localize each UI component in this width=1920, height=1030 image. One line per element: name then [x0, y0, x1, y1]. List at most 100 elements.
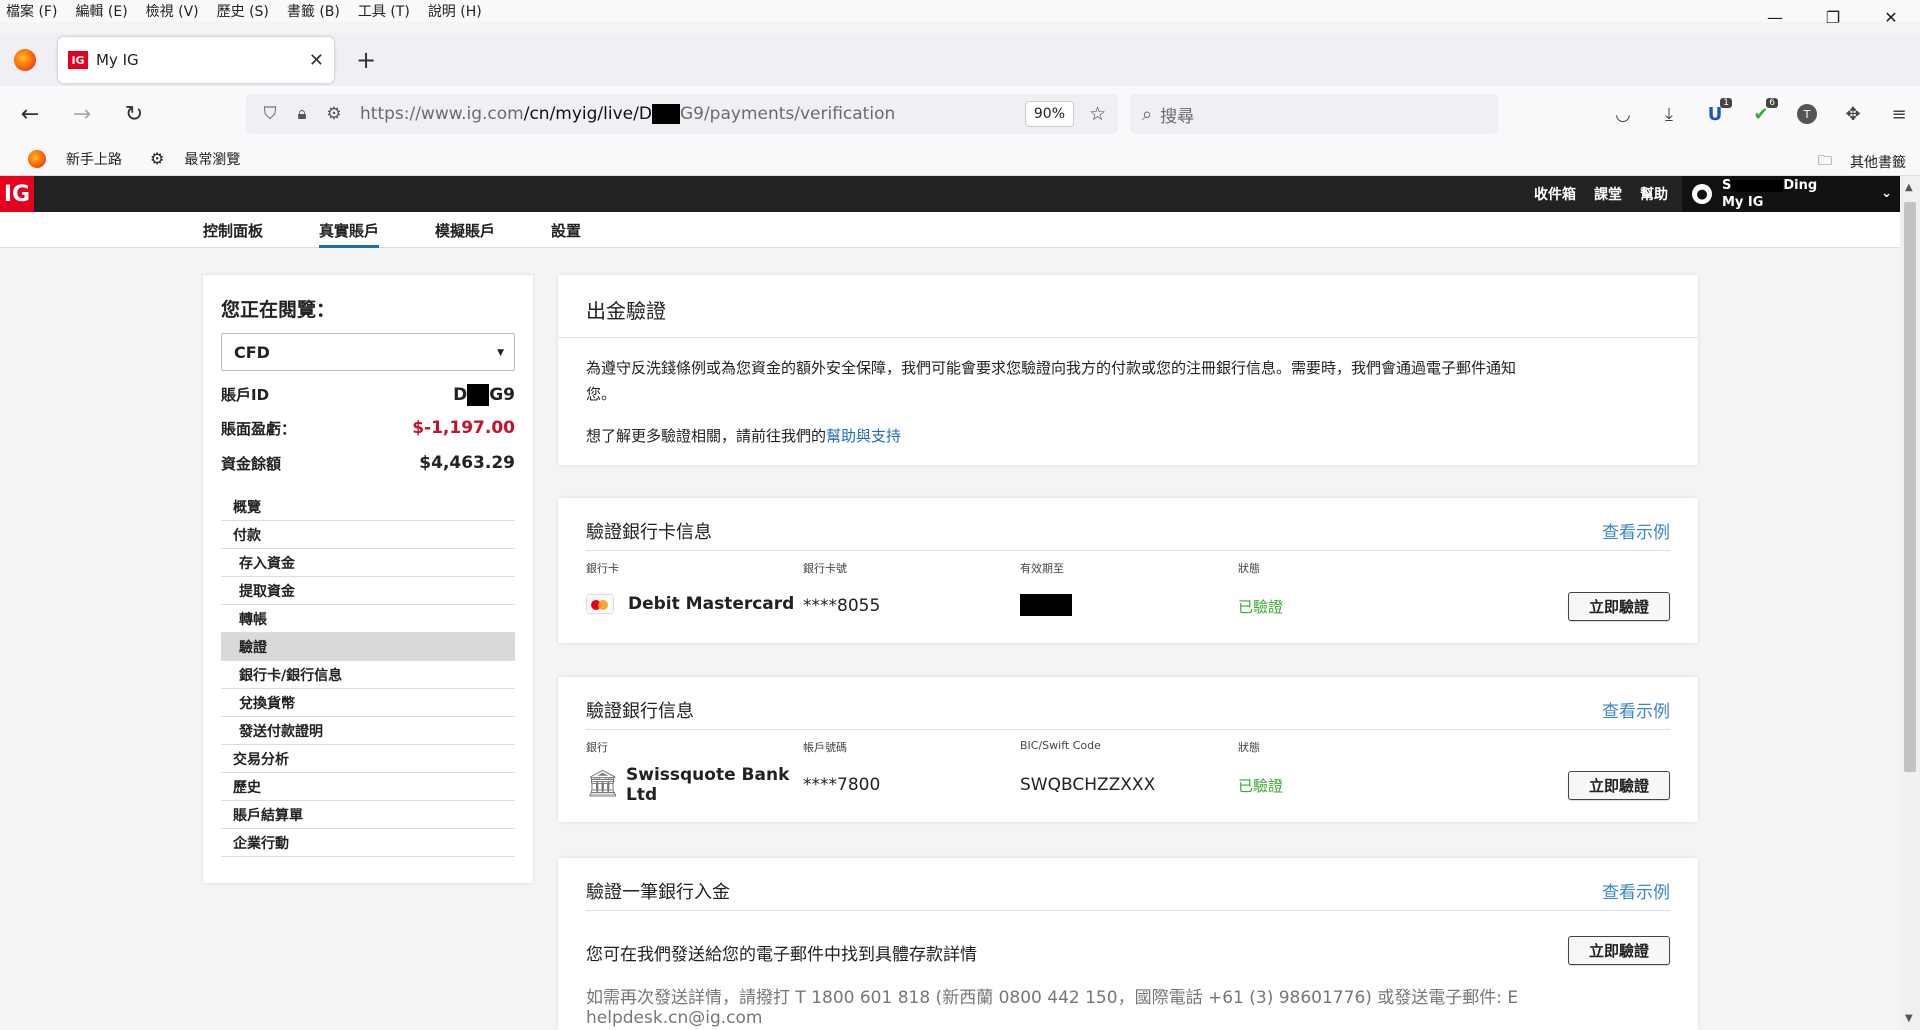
deposit-help-text: 如需再次發送詳情，請撥打 T 1800 601 818 (新西蘭 0800 44… — [586, 988, 1586, 1028]
account-id-end: G9 — [489, 385, 515, 405]
scroll-thumb[interactable] — [1904, 202, 1916, 772]
select-value: CFD — [234, 342, 270, 362]
sidebar-item-payments[interactable]: 付款 — [221, 521, 515, 549]
account-sidebar: 您正在閱覽： CFD ▼ 賬戶ID D G9 賬面盈虧： $-1,197.00 資… — [203, 275, 533, 883]
download-icon[interactable]: ⤓ — [1646, 98, 1692, 130]
view-example-link[interactable]: 查看示例 — [1602, 697, 1670, 722]
mastercard-icon — [586, 594, 614, 614]
verify-now-button[interactable]: 立即驗證 — [1568, 936, 1670, 965]
folder-icon: 🗀 — [1818, 153, 1832, 169]
intro-line-2: 您。 — [586, 385, 617, 403]
profile-avatar[interactable]: T — [1784, 98, 1830, 130]
verify-now-button[interactable]: 立即驗證 — [1568, 592, 1670, 621]
minimize-button[interactable]: — — [1746, 0, 1804, 34]
verify-now-button[interactable]: 立即驗證 — [1568, 771, 1670, 800]
bookmark-getting-started[interactable]: 新手上路 — [14, 149, 122, 169]
zoom-level[interactable]: 90% — [1024, 101, 1074, 127]
verify-deposit-section: 驗證一筆銀行入金 查看示例 您可在我們發送給您的電子郵件中找到具體存款詳情 立即… — [558, 858, 1698, 1030]
pocket-icon[interactable]: ◡ — [1600, 98, 1646, 130]
account-name-start: S — [1722, 178, 1732, 193]
sidebar-item-withdraw[interactable]: 提取資金 — [221, 577, 515, 605]
status-badge: 已驗證 — [1238, 598, 1284, 616]
window-controls: — ❐ ✕ — [1746, 0, 1920, 34]
tab-demo-account[interactable]: 模擬賬戶 — [435, 212, 495, 248]
menu-tools[interactable]: 工具 (T) — [358, 1, 410, 21]
bookmark-most-visited[interactable]: ⚙ 最常瀏覽 — [136, 149, 240, 169]
other-bookmarks[interactable]: 🗀 其他書籤 — [1804, 150, 1906, 174]
header-link-academy[interactable]: 課堂 — [1594, 184, 1622, 204]
verify-card-section: 驗證銀行卡信息 查看示例 銀行卡 銀行卡號 有效期至 狀態 Debit Mast… — [558, 498, 1698, 643]
extension-u-icon[interactable]: U1 — [1692, 98, 1738, 130]
reload-button[interactable]: ↻ — [112, 94, 156, 134]
badge-count: 6 — [1766, 98, 1778, 108]
account-menu[interactable]: ● S Ding My IG ⌄ — [1682, 176, 1900, 212]
tab-live-account[interactable]: 真實賬戶 — [319, 212, 380, 248]
col-header-bank: 銀行 — [586, 741, 608, 754]
redacted-block — [467, 384, 490, 406]
search-bar[interactable]: ⌕ 搜尋 — [1130, 94, 1498, 134]
card-name: Debit Mastercard — [628, 594, 795, 614]
extensions-puzzle-icon[interactable]: ✥ — [1830, 98, 1876, 130]
ig-logo[interactable]: IG — [0, 176, 34, 212]
account-type-select[interactable]: CFD ▼ — [221, 333, 515, 371]
bookmark-label: 其他書籤 — [1850, 155, 1906, 171]
bookmark-label: 最常瀏覽 — [184, 151, 241, 168]
menu-history[interactable]: 歷史 (S) — [217, 1, 269, 21]
new-tab-button[interactable]: + — [356, 46, 376, 74]
view-example-link[interactable]: 查看示例 — [1602, 878, 1670, 903]
header-link-inbox[interactable]: 收件箱 — [1534, 184, 1576, 204]
shield-icon[interactable]: ⛉ — [256, 104, 284, 124]
page-title: 出金驗證 — [586, 299, 666, 323]
menu-bookmarks[interactable]: 書籤 (B) — [287, 1, 340, 21]
extension-shield-icon[interactable]: ✔ 6 — [1738, 98, 1784, 130]
sidebar-title: 您正在閱覽： — [221, 299, 336, 321]
forward-button[interactable]: → — [60, 94, 104, 134]
col-header-status: 狀態 — [1238, 741, 1260, 754]
sidebar-item-trade-analytics[interactable]: 交易分析 — [221, 745, 515, 773]
sidebar-item-verification[interactable]: 驗證 — [221, 633, 515, 661]
scroll-up-icon[interactable]: ▲ — [1905, 182, 1913, 193]
back-button[interactable]: ← — [8, 94, 52, 134]
help-line-1: 如需再次發送詳情，請撥打 T 1800 601 818 (新西蘭 0800 44… — [586, 988, 1519, 1008]
bookmark-star-icon[interactable]: ☆ — [1089, 103, 1106, 125]
tab-my-ig[interactable]: IG My IG ✕ — [58, 37, 334, 83]
sidebar-item-transfer[interactable]: 轉帳 — [221, 605, 515, 633]
close-tab-icon[interactable]: ✕ — [309, 50, 324, 71]
account-names: S Ding My IG — [1722, 177, 1817, 211]
close-window-button[interactable]: ✕ — [1862, 0, 1920, 34]
page-scrollbar[interactable]: ▲ ▼ — [1900, 176, 1920, 1030]
sidebar-item-history[interactable]: 歷史 — [221, 773, 515, 801]
sidebar-item-overview[interactable]: 概覽 — [221, 493, 515, 521]
sidebar-item-corporate-actions[interactable]: 企業行動 — [221, 829, 515, 857]
sidebar-item-cards-banks[interactable]: 銀行卡/銀行信息 — [221, 661, 515, 689]
card-number-cell: ****8055 — [803, 596, 881, 616]
menu-edit[interactable]: 編輯 (E) — [75, 1, 127, 21]
hamburger-menu-icon[interactable]: ≡ — [1876, 98, 1920, 130]
scroll-down-icon[interactable]: ▼ — [1905, 1013, 1913, 1024]
col-header-swift: BIC/Swift Code — [1020, 739, 1101, 752]
col-header-status: 狀態 — [1238, 562, 1260, 575]
sidebar-item-deposit[interactable]: 存入資金 — [221, 549, 515, 577]
lock-icon[interactable]: 🔒︎ — [288, 104, 316, 124]
bookmarks-toolbar: 新手上路 ⚙ 最常瀏覽 🗀 其他書籤 — [0, 142, 1920, 176]
bookmark-label: 新手上路 — [66, 151, 122, 168]
header-links: 收件箱 課堂 幫助 — [1516, 176, 1668, 212]
permissions-icon[interactable]: ⚙ — [320, 104, 348, 124]
tab-dashboard[interactable]: 控制面板 — [203, 212, 263, 248]
menu-file[interactable]: 檔案 (F) — [6, 1, 57, 21]
help-line-2: helpdesk.cn@ig.com — [586, 1008, 763, 1028]
url-bar[interactable]: ⛉ 🔒︎ ⚙ https://www.ig.com/cn/myig/live/D… — [246, 94, 1118, 134]
help-support-link[interactable]: 幫助與支持 — [826, 427, 901, 445]
sidebar-item-proof-of-payment[interactable]: 發送付款證明 — [221, 717, 515, 745]
firefox-icon[interactable] — [14, 49, 36, 71]
menu-help[interactable]: 說明 (H) — [428, 1, 482, 21]
url-text[interactable]: https://www.ig.com/cn/myig/live/D G9/paym… — [360, 104, 895, 124]
firefox-icon — [28, 149, 46, 168]
header-link-help[interactable]: 幫助 — [1640, 184, 1668, 204]
menu-view[interactable]: 檢視 (V) — [146, 1, 199, 21]
sidebar-item-currency-exchange[interactable]: 兌換貨幣 — [221, 689, 515, 717]
restore-button[interactable]: ❐ — [1804, 0, 1862, 34]
view-example-link[interactable]: 查看示例 — [1602, 518, 1670, 543]
tab-settings[interactable]: 設置 — [551, 212, 581, 248]
sidebar-item-statements[interactable]: 賬戶結算單 — [221, 801, 515, 829]
